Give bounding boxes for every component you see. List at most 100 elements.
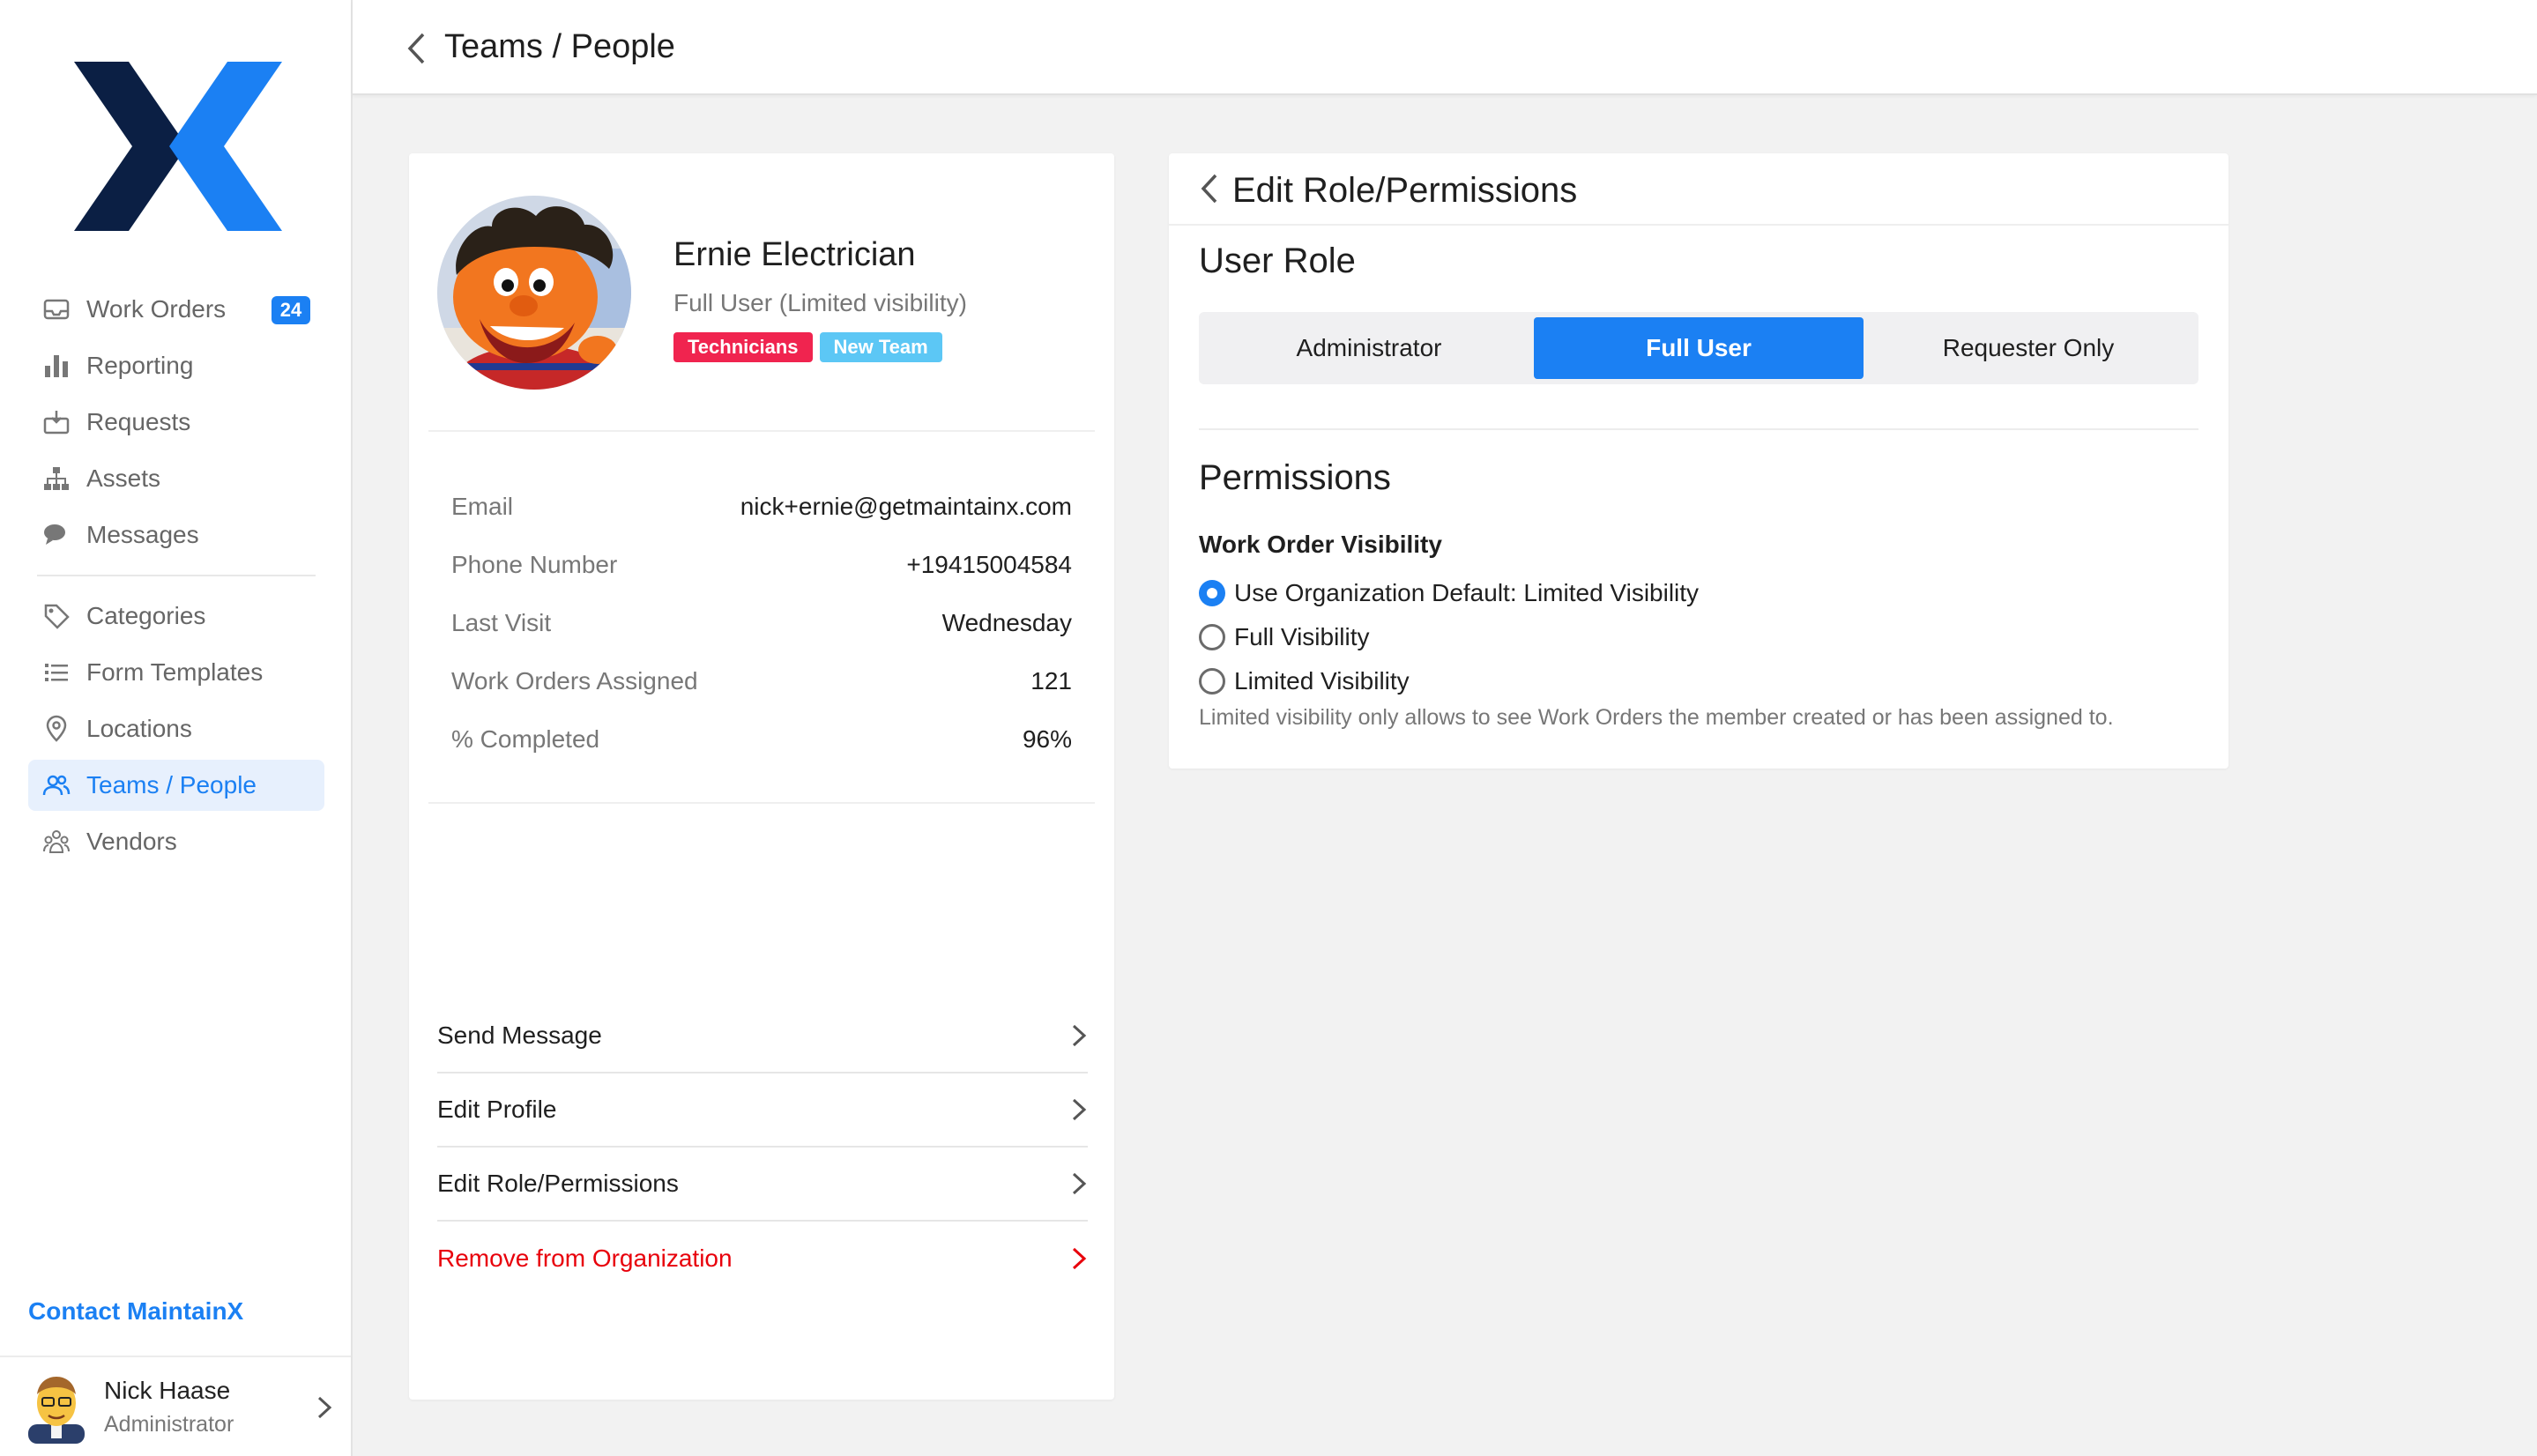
role-option-administrator[interactable]: Administrator (1204, 317, 1534, 379)
info-row-email: Email nick+ernie@getmaintainx.com (451, 478, 1072, 536)
send-message-action[interactable]: Send Message (437, 999, 1088, 1073)
sidebar-item-label: Locations (86, 715, 192, 742)
user-role: Administrator (104, 1412, 234, 1437)
sidebar-item-categories[interactable]: Categories (28, 591, 324, 642)
profile-avatar (437, 196, 631, 390)
sidebar-item-label: Categories (86, 602, 206, 629)
divider (1199, 428, 2198, 430)
bar-chart-icon (41, 350, 72, 382)
action-label: Edit Role/Permissions (437, 1170, 679, 1197)
visibility-option-full[interactable]: Full Visibility (1199, 615, 1699, 659)
sidebar-item-reporting[interactable]: Reporting (28, 340, 324, 391)
sidebar-item-assets[interactable]: Assets (28, 453, 324, 504)
info-row-completed: % Completed 96% (451, 710, 1072, 769)
tag-icon (41, 600, 72, 632)
role-option-full-user[interactable]: Full User (1534, 317, 1864, 379)
role-option-requester-only[interactable]: Requester Only (1864, 317, 2193, 379)
page-title: Teams / People (444, 28, 675, 65)
inbox-tray-icon (41, 293, 72, 325)
current-user[interactable]: Nick Haase Administrator (0, 1356, 351, 1456)
avatar (28, 1377, 85, 1444)
edit-profile-action[interactable]: Edit Profile (437, 1073, 1088, 1148)
contact-maintainx-link[interactable]: Contact MaintainX (28, 1297, 243, 1326)
inbox-download-icon (41, 406, 72, 438)
panel-title: Edit Role/Permissions (1232, 171, 1578, 210)
role-segmented-control: Administrator Full User Requester Only (1199, 312, 2198, 384)
profile-card: Ernie Electrician Full User (Limited vis… (409, 153, 1114, 1400)
sidebar-item-messages[interactable]: Messages (28, 509, 324, 561)
sidebar-item-form-templates[interactable]: Form Templates (28, 647, 324, 698)
edit-role-permissions-action[interactable]: Edit Role/Permissions (437, 1148, 1088, 1222)
sidebar-item-locations[interactable]: Locations (28, 703, 324, 754)
sidebar-item-label: Teams / People (86, 771, 257, 799)
action-label: Send Message (437, 1021, 602, 1049)
profile-name: Ernie Electrician (673, 236, 916, 273)
chat-bubbles-icon (41, 519, 72, 551)
sidebar-item-label: Work Orders (86, 295, 227, 323)
divider (428, 802, 1095, 804)
map-pin-icon (41, 713, 72, 745)
info-label: % Completed (451, 725, 600, 753)
visibility-hint: Limited visibility only allows to see Wo… (1199, 705, 2114, 730)
chevron-right-icon (1072, 1024, 1087, 1047)
visibility-option-org-default[interactable]: Use Organization Default: Limited Visibi… (1199, 571, 1699, 615)
radio-label: Use Organization Default: Limited Visibi… (1234, 579, 1700, 606)
team-tags: Technicians New Team (673, 332, 942, 362)
list-icon (41, 657, 72, 688)
info-label: Work Orders Assigned (451, 667, 698, 695)
sidebar-item-teams-people[interactable]: Teams / People (28, 760, 324, 811)
user-name: Nick Haase (104, 1377, 231, 1404)
info-value: nick+ernie@getmaintainx.com (740, 493, 1072, 520)
chevron-left-icon[interactable] (405, 32, 427, 65)
profile-actions: Send Message Edit Profile Edit Role/Perm… (437, 999, 1088, 1296)
work-orders-count-badge: 24 (272, 296, 310, 324)
sidebar-item-label: Vendors (86, 828, 177, 855)
top-header: Teams / People (353, 0, 2537, 95)
work-order-visibility-label: Work Order Visibility (1199, 531, 1442, 558)
remove-from-organization-action[interactable]: Remove from Organization (437, 1222, 1088, 1296)
vendors-icon (41, 826, 72, 858)
info-label: Phone Number (451, 551, 618, 578)
chevron-right-icon (1072, 1098, 1087, 1121)
visibility-option-limited[interactable]: Limited Visibility (1199, 659, 1699, 703)
info-row-phone: Phone Number +19415004584 (451, 536, 1072, 594)
panel-header: Edit Role/Permissions (1169, 153, 2228, 226)
info-row-work-orders-assigned: Work Orders Assigned 121 (451, 652, 1072, 710)
sidebar: Work Orders 24 Reporting Requests Assets (0, 0, 353, 1456)
info-value: 96% (1022, 725, 1072, 753)
sidebar-item-label: Reporting (86, 352, 194, 379)
radio-unselected[interactable] (1199, 668, 1225, 695)
permissions-heading: Permissions (1199, 458, 1391, 497)
team-tag[interactable]: Technicians (673, 332, 813, 362)
sidebar-item-work-orders[interactable]: Work Orders 24 (28, 284, 324, 335)
edit-permissions-card: Edit Role/Permissions User Role Administ… (1169, 153, 2228, 769)
chevron-right-icon (1072, 1247, 1087, 1270)
action-label: Edit Profile (437, 1096, 557, 1123)
info-value: 121 (1030, 667, 1072, 695)
chevron-right-icon (317, 1396, 332, 1419)
sidebar-item-label: Assets (86, 464, 161, 492)
radio-label: Full Visibility (1234, 623, 1370, 650)
sidebar-item-vendors[interactable]: Vendors (28, 816, 324, 867)
sidebar-divider (37, 575, 316, 576)
user-role-heading: User Role (1199, 241, 1356, 280)
hierarchy-icon (41, 463, 72, 494)
info-row-last-visit: Last Visit Wednesday (451, 594, 1072, 652)
radio-label: Limited Visibility (1234, 667, 1410, 695)
profile-role: Full User (Limited visibility) (673, 289, 967, 316)
info-label: Email (451, 493, 514, 520)
divider (428, 430, 1095, 432)
radio-unselected[interactable] (1199, 624, 1225, 650)
sidebar-nav: Work Orders 24 Reporting Requests Assets (28, 284, 324, 873)
chevron-left-icon[interactable] (1199, 173, 1218, 204)
maintainx-logo[interactable] (74, 62, 282, 231)
visibility-radio-group: Use Organization Default: Limited Visibi… (1199, 571, 1699, 703)
team-tag[interactable]: New Team (819, 332, 942, 362)
info-value: Wednesday (941, 609, 1072, 636)
sidebar-item-label: Form Templates (86, 658, 264, 686)
profile-info: Email nick+ernie@getmaintainx.com Phone … (451, 478, 1072, 769)
sidebar-item-requests[interactable]: Requests (28, 397, 324, 448)
chevron-right-icon (1072, 1172, 1087, 1195)
sidebar-item-label: Messages (86, 521, 199, 548)
radio-selected[interactable] (1199, 580, 1225, 606)
